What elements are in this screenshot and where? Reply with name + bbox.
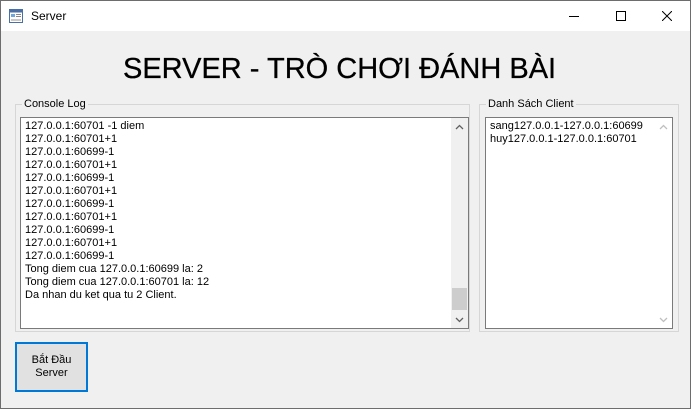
scroll-up-button[interactable] xyxy=(451,118,468,135)
client-scroll-down-button[interactable] xyxy=(655,311,672,328)
client-list-group: Danh Sách Client sang127.0.0.1-127.0.0.1… xyxy=(479,97,679,332)
console-log-label: Console Log xyxy=(22,97,88,111)
server-window: Server SERVER - TRÒ CHƠI ĐÁNH BÀI Consol… xyxy=(0,0,691,409)
close-button[interactable] xyxy=(644,1,690,31)
console-log-list[interactable]: 127.0.0.1:60701 -1 diem 127.0.0.1:60701+1… xyxy=(20,117,469,329)
console-log-line[interactable]: 127.0.0.1:60699-1 xyxy=(25,146,209,159)
chevron-up-icon xyxy=(659,124,668,129)
start-server-label-line1: Bắt Đầu xyxy=(31,354,72,366)
client-list-label: Danh Sách Client xyxy=(486,97,576,111)
console-log-line[interactable]: 127.0.0.1:60701+1 xyxy=(25,133,209,146)
close-icon xyxy=(662,11,672,21)
maximize-icon xyxy=(616,11,626,21)
console-log-line[interactable]: 127.0.0.1:60701+1 xyxy=(25,159,209,172)
console-log-line[interactable]: 127.0.0.1:60699-1 xyxy=(25,172,209,185)
client-scroll-up-button[interactable] xyxy=(655,118,672,135)
console-log-line[interactable]: 127.0.0.1:60699-1 xyxy=(25,224,209,237)
console-log-line[interactable]: Tong diem cua 127.0.0.1:60699 la: 2 xyxy=(25,263,209,276)
console-log-line[interactable]: 127.0.0.1:60699-1 xyxy=(25,250,209,263)
chevron-down-icon xyxy=(455,317,464,322)
scroll-down-button[interactable] xyxy=(451,311,468,328)
maximize-button[interactable] xyxy=(598,1,644,31)
window-title: Server xyxy=(31,9,67,23)
page-title: SERVER - TRÒ CHƠI ĐÁNH BÀI xyxy=(123,53,557,85)
console-log-line[interactable]: Tong diem cua 127.0.0.1:60701 la: 12 xyxy=(25,276,209,289)
client-list[interactable]: sang127.0.0.1-127.0.0.1:60699 huy127.0.0.… xyxy=(485,117,673,329)
console-log-line[interactable]: 127.0.0.1:60699-1 xyxy=(25,198,209,211)
scroll-thumb[interactable] xyxy=(452,288,467,310)
console-log-line[interactable]: 127.0.0.1:60701+1 xyxy=(25,211,209,224)
console-scrollbar[interactable] xyxy=(451,118,468,328)
console-log-line[interactable]: 127.0.0.1:60701+1 xyxy=(25,185,209,198)
app-form-icon xyxy=(9,9,23,23)
console-log-group: Console Log 127.0.0.1:60701 -1 diem 127.0… xyxy=(15,97,470,332)
client-scrollbar[interactable] xyxy=(655,118,672,328)
minimize-button[interactable] xyxy=(551,1,597,31)
console-log-line[interactable]: 127.0.0.1:60701 -1 diem xyxy=(25,120,209,133)
chevron-up-icon xyxy=(455,124,464,129)
chevron-down-icon xyxy=(659,317,668,322)
start-server-button[interactable]: Bắt Đầu Server xyxy=(15,342,88,392)
console-lines: 127.0.0.1:60701 -1 diem 127.0.0.1:60701+1… xyxy=(25,120,209,302)
console-log-line[interactable]: Da nhan du ket qua tu 2 Client. xyxy=(25,289,209,302)
client-lines: sang127.0.0.1-127.0.0.1:60699 huy127.0.0.… xyxy=(490,120,643,146)
client-list-item[interactable]: sang127.0.0.1-127.0.0.1:60699 xyxy=(490,120,643,133)
title-bar[interactable]: Server xyxy=(1,1,690,31)
minimize-icon xyxy=(569,16,579,17)
start-server-label-line2: Server xyxy=(35,367,68,379)
console-log-line[interactable]: 127.0.0.1:60701+1 xyxy=(25,237,209,250)
client-list-item[interactable]: huy127.0.0.1-127.0.0.1:60701 xyxy=(490,133,643,146)
